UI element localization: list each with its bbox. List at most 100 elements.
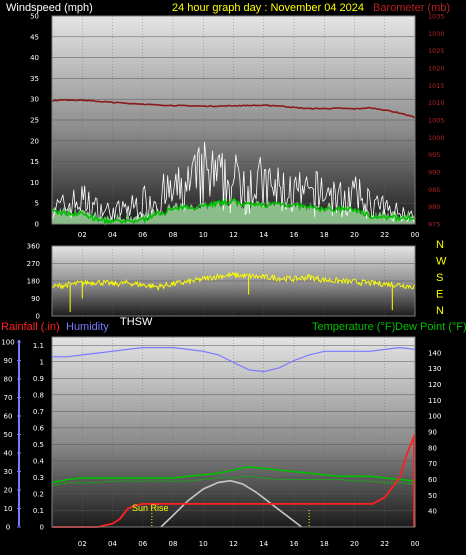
chart-title: 24 hour graph day : November 04 2024 bbox=[172, 2, 364, 14]
temp-x-tick: 22 bbox=[380, 540, 389, 548]
barometer-y-tick: 1005 bbox=[428, 117, 445, 125]
humidity-y-tick: 70 bbox=[4, 394, 13, 402]
compass-label: W bbox=[436, 256, 447, 268]
wind-y-tick: 30 bbox=[30, 96, 39, 104]
humidity-y-tick: 90 bbox=[4, 357, 13, 365]
rain-y-tick: 0.1 bbox=[33, 507, 44, 515]
wind-y-tick: 35 bbox=[30, 75, 39, 83]
rain-y-tick: 0.8 bbox=[33, 391, 44, 399]
wind-y-tick: 45 bbox=[30, 33, 39, 41]
dewpoint-axis-label: Dew Point (°F) bbox=[395, 321, 466, 333]
wind-x-tick: 20 bbox=[350, 231, 359, 239]
temp-x-tick: 10 bbox=[199, 540, 208, 548]
rainfall-axis-label: Rainfall (.in) bbox=[1, 321, 60, 333]
barometer-y-tick: 1000 bbox=[428, 134, 445, 142]
barometer-y-tick: 990 bbox=[428, 169, 440, 177]
wind-axis-label: Windspeed (mph) bbox=[6, 2, 93, 14]
barometer-y-tick: 975 bbox=[428, 221, 440, 229]
temp-y-tick: 80 bbox=[428, 444, 437, 452]
rain-y-tick: 0 bbox=[40, 524, 44, 532]
barometer-y-tick: 1035 bbox=[428, 13, 445, 21]
temp-x-tick: 18 bbox=[320, 540, 329, 548]
direction-y-tick: 270 bbox=[27, 260, 40, 268]
wind-y-tick: 0 bbox=[35, 221, 39, 229]
rain-y-tick: 0.5 bbox=[33, 441, 44, 449]
temp-x-tick: 14 bbox=[259, 540, 268, 548]
wind-x-tick: 10 bbox=[199, 231, 208, 239]
temp-y-tick: 50 bbox=[428, 492, 437, 500]
compass-label: S bbox=[436, 272, 443, 284]
temp-x-tick: 16 bbox=[290, 540, 299, 548]
temp-y-tick: 140 bbox=[428, 349, 441, 357]
temp-y-tick: 130 bbox=[428, 365, 441, 373]
humidity-y-tick: 30 bbox=[4, 468, 13, 476]
barometer-y-tick: 1015 bbox=[428, 82, 445, 90]
humidity-y-tick: 10 bbox=[4, 505, 13, 513]
sunrise-label: Sun Rise bbox=[132, 503, 169, 513]
humidity-y-tick: 40 bbox=[4, 450, 13, 458]
temp-x-tick: 02 bbox=[78, 540, 87, 548]
rain-y-tick: 0.7 bbox=[33, 408, 44, 416]
temp-x-tick: 04 bbox=[108, 540, 117, 548]
wind-y-tick: 10 bbox=[30, 179, 39, 187]
rain-y-tick: 0.9 bbox=[33, 375, 44, 383]
wind-x-tick: 22 bbox=[380, 231, 389, 239]
temperature-axis-label: Temperature (°F) bbox=[312, 321, 395, 333]
rain-y-tick: 1 bbox=[40, 358, 44, 366]
compass-label: N bbox=[436, 305, 444, 317]
humidity-y-tick: 80 bbox=[4, 376, 13, 384]
weather-chart: Windspeed (mph) 24 hour graph day : Nove… bbox=[1, 2, 466, 548]
humidity-y-tick: 0 bbox=[6, 524, 10, 532]
wind-x-tick: 04 bbox=[108, 231, 117, 239]
temp-y-tick: 110 bbox=[428, 397, 441, 405]
barometer-y-tick: 1020 bbox=[428, 65, 445, 73]
wind-x-tick: 12 bbox=[229, 231, 238, 239]
temp-x-tick: 20 bbox=[350, 540, 359, 548]
temp-x-tick: 12 bbox=[229, 540, 238, 548]
rain-y-tick: 0.4 bbox=[33, 457, 45, 465]
direction-y-tick: 360 bbox=[27, 243, 40, 251]
direction-y-tick: 90 bbox=[31, 295, 40, 303]
thsw-label: THSW bbox=[120, 316, 153, 328]
wind-y-tick: 5 bbox=[35, 200, 39, 208]
wind-x-tick: 00 bbox=[411, 231, 420, 239]
barometer-y-tick: 985 bbox=[428, 186, 440, 194]
humidity-y-tick: 20 bbox=[4, 487, 13, 495]
temp-y-tick: 40 bbox=[428, 508, 437, 516]
direction-y-tick: 180 bbox=[27, 278, 40, 286]
barometer-y-tick: 1025 bbox=[428, 47, 445, 55]
wind-y-tick: 40 bbox=[30, 54, 39, 62]
humidity-axis-label: Humidity bbox=[66, 321, 109, 333]
wind-y-tick: 15 bbox=[30, 158, 39, 166]
wind-x-tick: 08 bbox=[169, 231, 178, 239]
humidity-y-tick: 50 bbox=[4, 431, 13, 439]
barometer-y-tick: 1030 bbox=[428, 30, 445, 38]
humidity-y-tick: 100 bbox=[1, 339, 14, 347]
barometer-y-tick: 980 bbox=[428, 203, 440, 211]
wind-x-tick: 18 bbox=[320, 231, 329, 239]
barometer-y-tick: 1010 bbox=[428, 99, 445, 107]
direction-y-tick: 0 bbox=[36, 313, 40, 321]
rain-y-tick: 0.6 bbox=[33, 424, 45, 432]
temp-x-tick: 08 bbox=[169, 540, 178, 548]
wind-x-tick: 14 bbox=[259, 231, 268, 239]
wind-x-tick: 06 bbox=[138, 231, 147, 239]
temp-x-tick: 06 bbox=[138, 540, 147, 548]
wind-x-tick: 02 bbox=[78, 231, 87, 239]
compass-label: N bbox=[436, 239, 444, 251]
wind-y-tick: 50 bbox=[30, 13, 39, 21]
rain-y-tick: 0.2 bbox=[33, 490, 44, 498]
rain-y-tick: 0.3 bbox=[33, 474, 44, 482]
wind-y-tick: 20 bbox=[30, 137, 39, 145]
temp-y-tick: 70 bbox=[428, 460, 437, 468]
rain-y-tick: 1.1 bbox=[33, 342, 44, 350]
temp-panel-background bbox=[52, 337, 415, 527]
temp-y-tick: 90 bbox=[428, 429, 437, 437]
humidity-y-tick: 60 bbox=[4, 413, 13, 421]
wind-y-tick: 25 bbox=[30, 117, 39, 125]
temp-y-tick: 100 bbox=[428, 413, 441, 421]
temp-x-tick: 00 bbox=[411, 540, 420, 548]
wind-x-tick: 16 bbox=[290, 231, 299, 239]
compass-label: E bbox=[436, 289, 443, 301]
temp-y-tick: 60 bbox=[428, 476, 437, 484]
